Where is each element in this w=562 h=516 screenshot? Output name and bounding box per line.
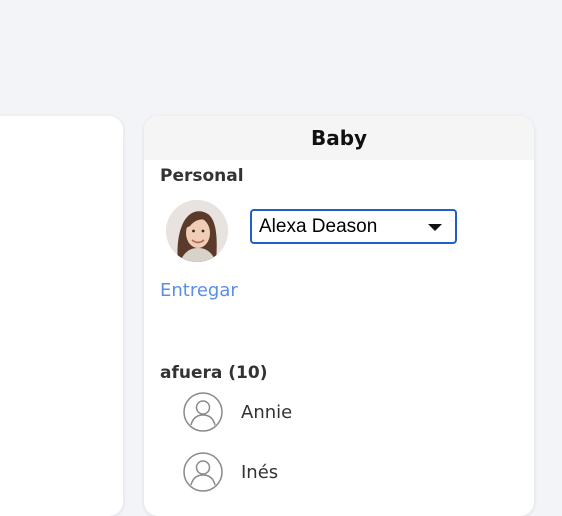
avatar-photo-icon — [166, 200, 228, 262]
baby-card: Baby Personal Alexa Deason Entregar afue… — [144, 116, 534, 516]
person-select[interactable]: Alexa Deason — [250, 209, 457, 244]
outside-section-title: afuera (10) — [160, 363, 268, 383]
person-name: Annie — [241, 401, 293, 423]
person-name: Inés — [241, 461, 279, 483]
submit-link[interactable]: Entregar — [160, 280, 238, 301]
user-icon — [183, 392, 223, 432]
list-item[interactable]: Inés — [183, 450, 278, 494]
card-header: Baby — [144, 116, 534, 160]
chevron-down-icon — [428, 224, 442, 231]
avatar — [166, 200, 228, 262]
person-select-value: Alexa Deason — [259, 215, 378, 237]
card-title: Baby — [310, 126, 368, 150]
left-panel-card — [0, 116, 123, 516]
personal-section-title: Personal — [160, 166, 244, 186]
list-item[interactable]: Annie — [183, 390, 292, 434]
user-icon — [183, 452, 223, 492]
